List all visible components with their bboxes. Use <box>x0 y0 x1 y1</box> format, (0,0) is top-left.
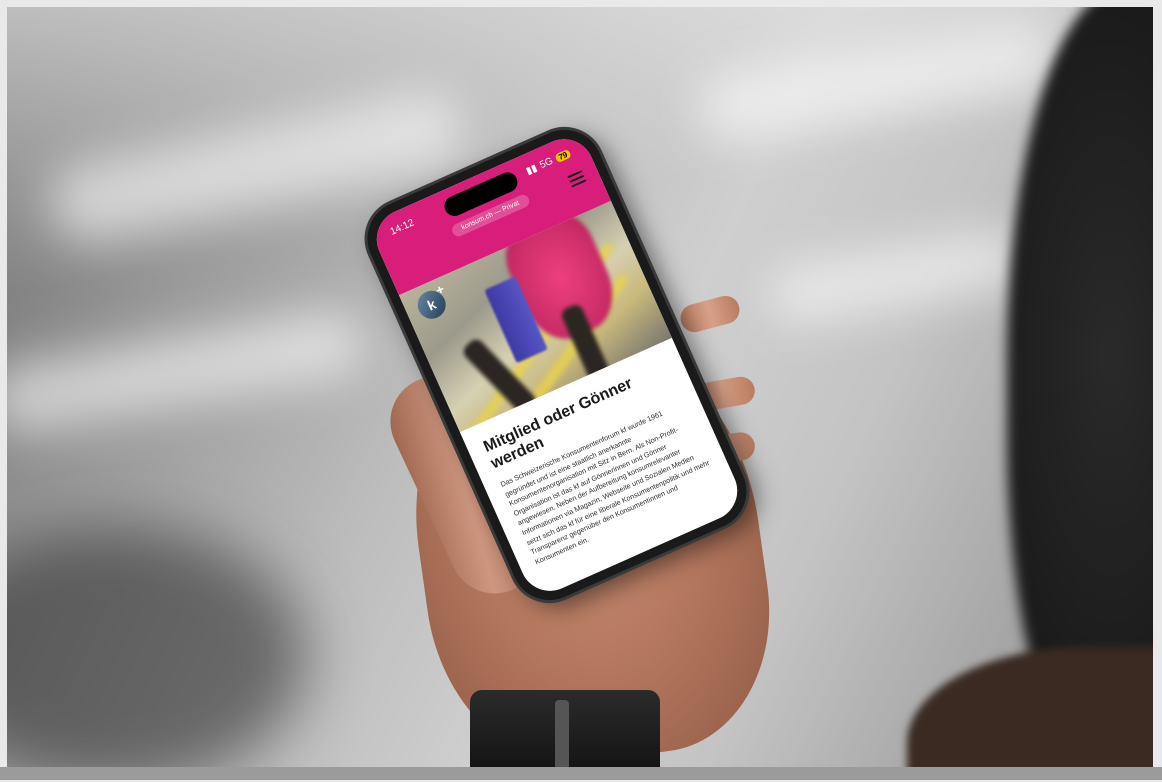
bottom-border <box>0 767 1162 780</box>
light-streak <box>693 16 1061 148</box>
network-label: 5G <box>538 155 555 172</box>
watch-clasp <box>555 700 569 770</box>
light-streak <box>7 304 371 440</box>
status-time: 14:12 <box>388 217 416 238</box>
menu-icon[interactable] <box>567 170 587 188</box>
floor-shadow <box>7 527 307 767</box>
light-streak <box>763 224 1031 330</box>
battery-icon: 79 <box>554 148 572 164</box>
signal-group: ▮▮ 5G 79 <box>524 148 572 177</box>
person-arm <box>907 647 1153 767</box>
signal-icon: ▮▮ <box>524 162 539 178</box>
